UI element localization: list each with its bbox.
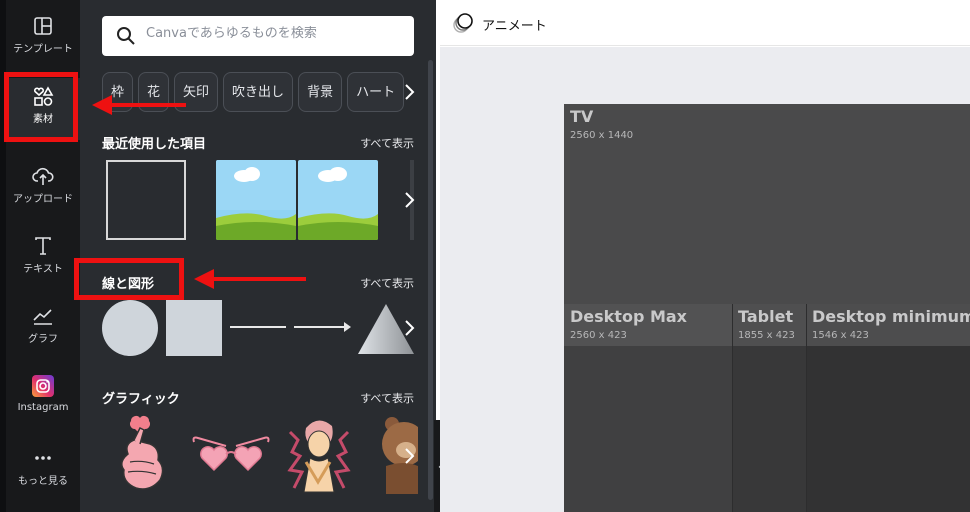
lower-zone-right xyxy=(806,346,970,512)
square-shape[interactable] xyxy=(166,300,222,356)
sidebar-item-label: アップロード xyxy=(13,194,73,205)
chart-icon xyxy=(6,306,80,334)
line-shape[interactable] xyxy=(230,326,286,328)
zone-dims: 1855 x 423 xyxy=(738,330,795,341)
tv-zone: TV 2560 x 1440 xyxy=(564,104,970,304)
annotation-arrow-shapes xyxy=(194,269,306,289)
zone-divider xyxy=(732,304,733,512)
chevron-right-icon[interactable] xyxy=(402,82,416,102)
lower-zone-left xyxy=(564,346,732,512)
recent-see-all-link[interactable]: すべて表示 xyxy=(360,135,414,151)
woman-illustration-graphic[interactable] xyxy=(284,412,354,494)
sidebar-item-label: テキスト xyxy=(23,264,63,275)
chip-background[interactable]: 背景 xyxy=(298,72,343,112)
circle-shape[interactable] xyxy=(102,300,158,356)
sidebar-item-label: グラフ xyxy=(28,334,58,345)
desktop-min-zone: Desktop minimum a 1546 x 423 xyxy=(806,304,970,346)
animate-button[interactable]: アニメート xyxy=(482,15,547,34)
arrow-line-shape[interactable] xyxy=(294,320,352,334)
zone-dims: 1546 x 423 xyxy=(812,330,869,341)
animate-icon[interactable] xyxy=(452,12,474,38)
recent-item-landscape[interactable] xyxy=(216,160,296,240)
sidebar-item-label: テンプレート xyxy=(13,44,73,55)
annotation-arrow-elements xyxy=(92,95,186,115)
chevron-right-icon[interactable] xyxy=(402,446,416,466)
sidebar-item-uploads[interactable]: アップロード xyxy=(6,158,80,220)
zone-dims: 2560 x 1440 xyxy=(570,130,634,141)
chevron-right-icon[interactable] xyxy=(402,190,416,210)
search-box[interactable] xyxy=(102,16,414,56)
sidebar-item-more[interactable]: もっと見る xyxy=(6,440,80,502)
design-board[interactable]: TV 2560 x 1440 Desktop Max 2560 x 423 Ta… xyxy=(564,104,970,512)
graphics-section-title: グラフィック xyxy=(102,392,180,407)
search-icon xyxy=(116,26,136,50)
shapes-see-all-link[interactable]: すべて表示 xyxy=(360,275,414,291)
tablet-zone: Tablet 1855 x 423 xyxy=(732,304,806,346)
editor-topbar: アニメート xyxy=(440,0,970,46)
sidebar-item-instagram[interactable]: Instagram xyxy=(6,366,80,428)
recent-section-title: 最近使用した項目 xyxy=(102,137,207,152)
sidebar-item-text[interactable]: テキスト xyxy=(6,228,80,290)
sidebar-item-templates[interactable]: テンプレート xyxy=(6,8,80,70)
graphics-see-all-link[interactable]: すべて表示 xyxy=(360,390,414,406)
zone-dims: 2560 x 423 xyxy=(570,330,627,341)
chip-heart[interactable]: ハート xyxy=(347,72,405,112)
zone-name: Tablet xyxy=(738,307,794,326)
sidebar-item-label: もっと見る xyxy=(18,476,68,487)
heart-glasses-graphic[interactable] xyxy=(190,434,272,474)
zone-name: TV xyxy=(570,107,594,126)
template-icon xyxy=(6,16,80,44)
finger-heart-graphic[interactable] xyxy=(110,414,172,494)
elements-panel: 枠花矢印吹き出し背景ハート 最近使用した項目 すべて表示 線と図形 すべて表示 … xyxy=(80,0,436,512)
chevron-right-icon[interactable] xyxy=(402,318,416,338)
more-icon xyxy=(6,448,80,476)
sidebar-item-label: Instagram xyxy=(17,402,69,413)
recent-item-frame[interactable] xyxy=(106,160,186,240)
lower-zone-mid xyxy=(732,346,806,512)
zone-name: Desktop minimum a xyxy=(812,307,970,326)
instagram-icon xyxy=(6,374,80,402)
zone-divider xyxy=(806,304,807,512)
desktop-max-zone: Desktop Max 2560 x 423 xyxy=(564,304,732,346)
recent-item-landscape-2[interactable] xyxy=(298,160,378,240)
search-input[interactable] xyxy=(146,26,396,41)
panel-scrollbar[interactable] xyxy=(428,60,433,500)
annotation-box-shapes xyxy=(74,258,184,300)
text-icon xyxy=(6,236,80,264)
chip-speech-bubble[interactable]: 吹き出し xyxy=(223,72,294,112)
annotation-box-elements xyxy=(4,72,78,142)
upload-icon xyxy=(6,166,80,194)
sidebar-item-charts[interactable]: グラフ xyxy=(6,298,80,360)
zone-name: Desktop Max xyxy=(570,307,687,326)
